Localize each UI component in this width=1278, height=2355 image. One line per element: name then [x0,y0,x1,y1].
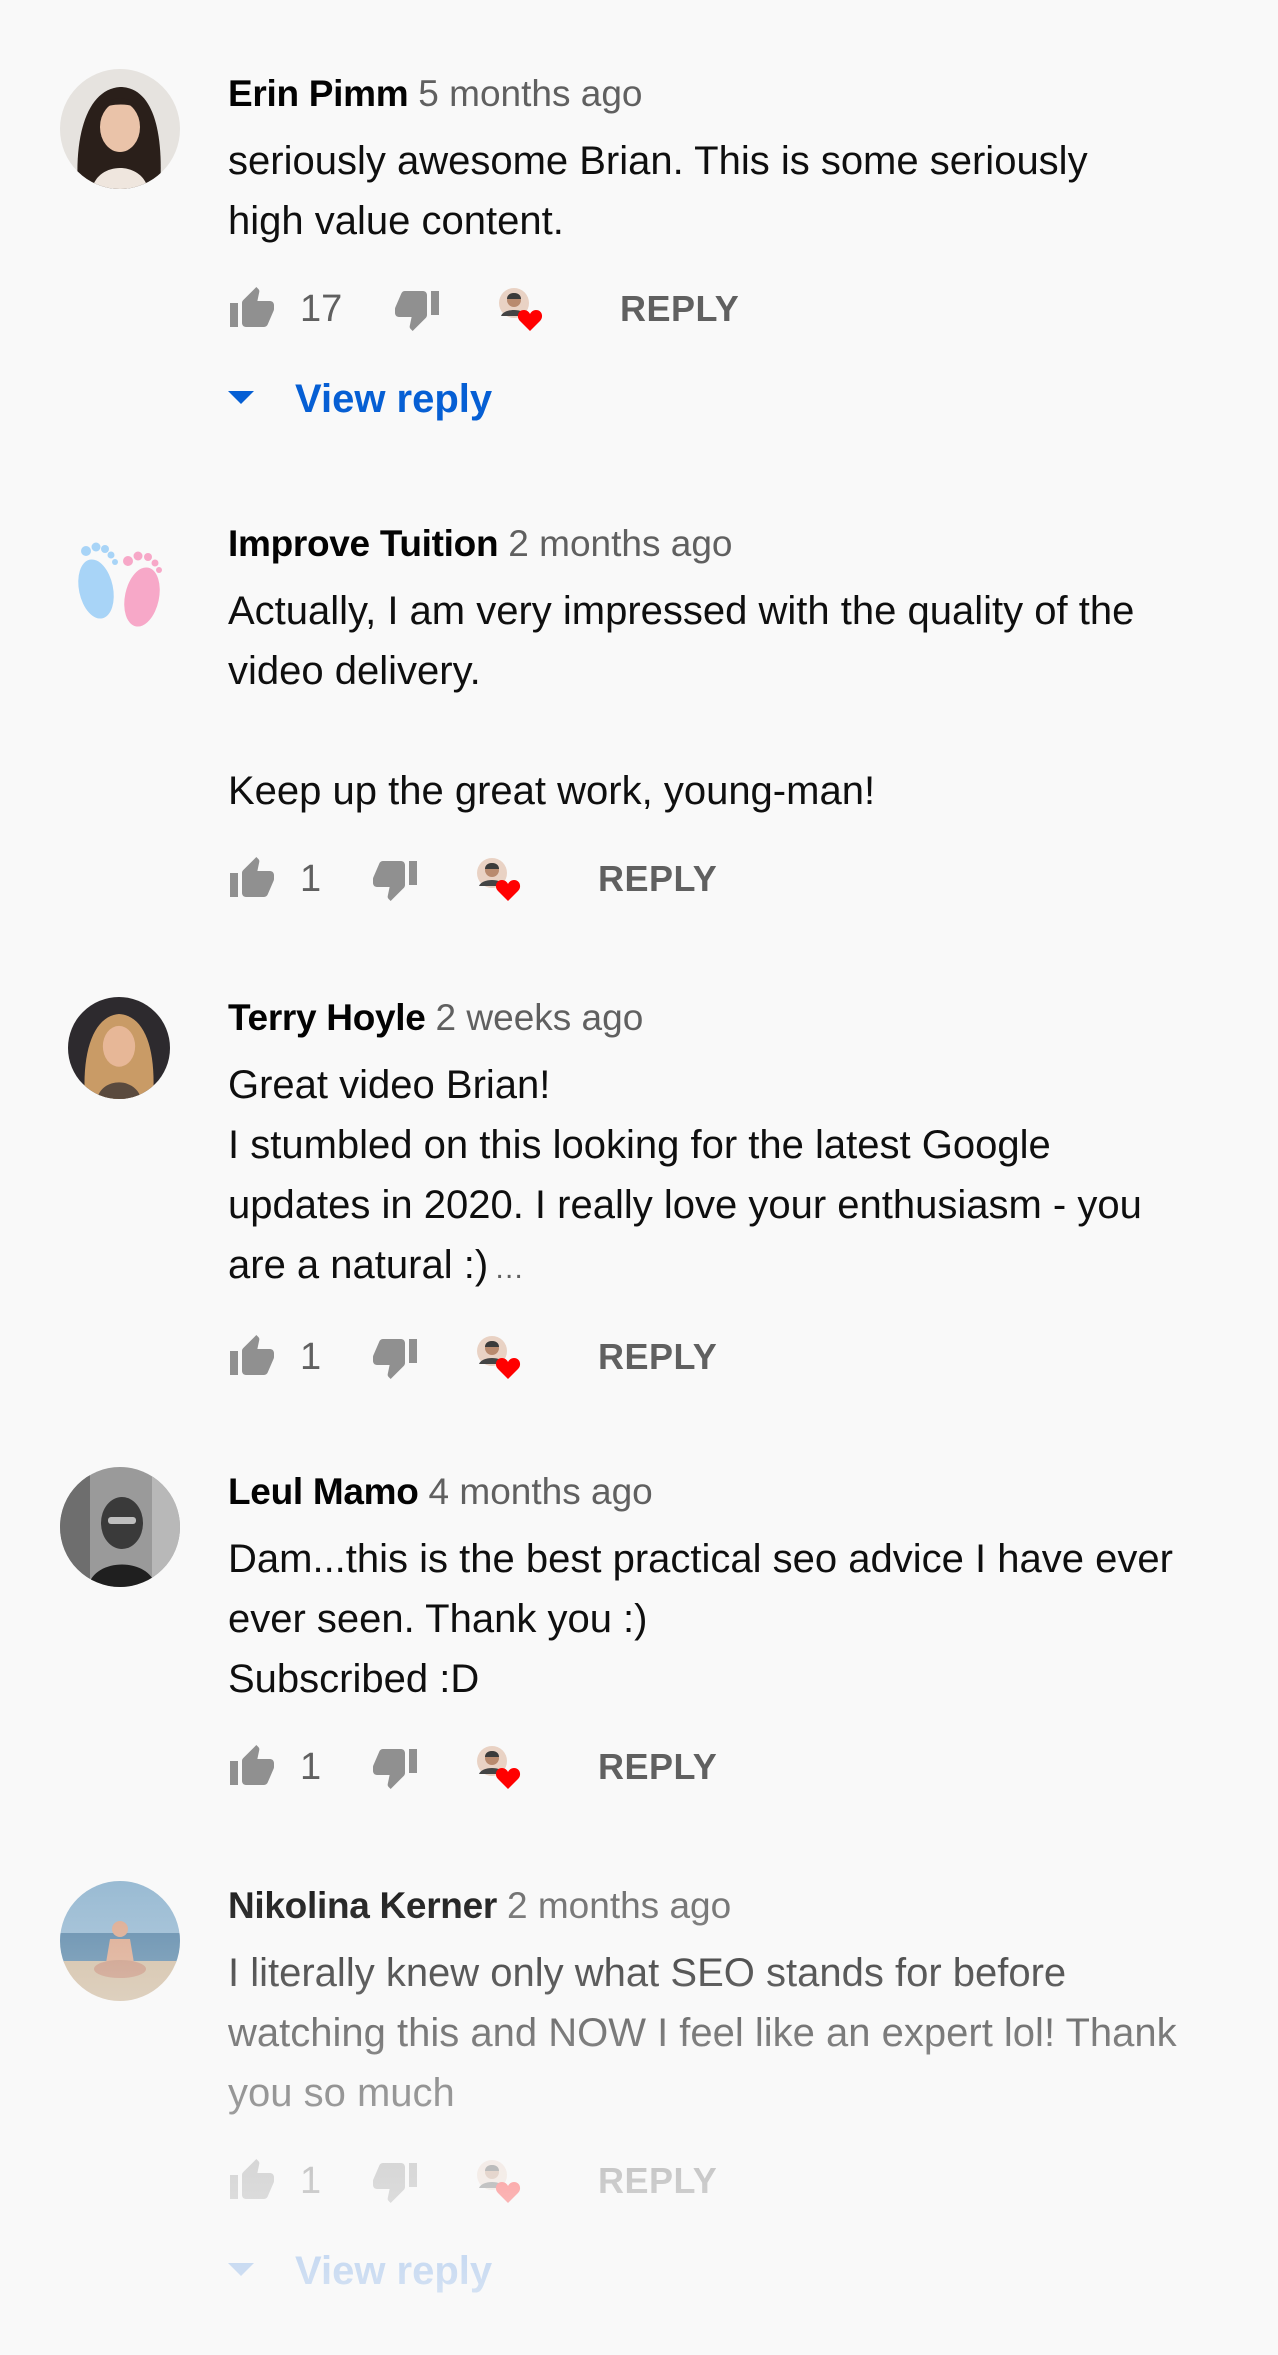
comment-author[interactable]: Terry Hoyle [228,997,426,1038]
comments-section: Erin Pimm 5 months ago seriously awesome … [0,0,1278,2355]
caret-down-icon [228,2263,254,2276]
comment-text: I literally knew only what SEO stands fo… [228,1943,1238,2123]
reply-button[interactable]: REPLY [598,2151,717,2211]
comment-text-content: I literally knew only what SEO stands fo… [228,1951,1177,2115]
like-count: 1 [300,1336,322,1378]
avatar[interactable] [60,519,180,639]
like-count: 1 [300,858,322,900]
creator-heart-icon [472,2155,524,2207]
comment-author[interactable]: Leul Mamo [228,1471,419,1512]
avatar[interactable] [60,1467,180,1587]
avatar-image [60,1881,180,2001]
reply-button[interactable]: REPLY [598,1737,717,1797]
comment-author[interactable]: Nikolina Kerner [228,1885,497,1926]
comment-text-content: Great video Brian! I stumbled on this lo… [228,1063,1142,1287]
creator-heart-icon [494,283,546,335]
comment-timestamp[interactable]: 2 months ago [508,523,732,564]
comment-action-bar: 1 REPLY [228,849,1238,909]
baby-feet-logo [60,519,180,639]
view-reply-button[interactable]: View reply [228,369,1238,429]
read-more-ellipsis[interactable]: … [494,1252,524,1285]
view-reply-label: View reply [295,377,493,421]
comment-text: Great video Brian! I stumbled on this lo… [228,1055,1238,1299]
like-count: 17 [300,288,343,330]
reply-button[interactable]: REPLY [598,1327,717,1387]
thumb-down-icon[interactable] [371,855,419,903]
thumb-down-icon[interactable] [393,285,441,333]
comment-author[interactable]: Erin Pimm [228,73,409,114]
like-count: 1 [300,2160,322,2202]
comment-timestamp[interactable]: 5 months ago [418,73,642,114]
thumb-down-icon[interactable] [371,1743,419,1791]
thumb-up-icon[interactable] [228,2157,276,2205]
thumb-up-icon[interactable] [228,1333,276,1381]
thumb-up-icon[interactable] [228,1743,276,1791]
comment-author[interactable]: Improve Tuition [228,523,499,564]
like-count: 1 [300,1746,322,1788]
reply-button[interactable]: REPLY [598,849,717,909]
comment-timestamp[interactable]: 2 weeks ago [436,997,644,1038]
avatar-image [60,69,180,189]
comment-action-bar: 1 REPLY [228,1327,1238,1387]
avatar[interactable] [60,69,180,189]
creator-heart-icon [472,1331,524,1383]
view-reply-label: View reply [295,2249,493,2293]
comment-text-content: Dam...this is the best practical seo adv… [228,1537,1173,1701]
thumb-down-icon[interactable] [371,1333,419,1381]
thumb-up-icon[interactable] [228,285,276,333]
avatar-image [60,1467,180,1587]
view-reply-button[interactable]: View reply [228,2241,1238,2301]
comment-action-bar: 1 REPLY [228,1737,1238,1797]
comment-text-content: Actually, I am very impressed with the q… [228,589,1135,813]
avatar[interactable] [60,1881,180,2001]
comment-timestamp[interactable]: 2 months ago [507,1885,731,1926]
comment-text-content: seriously awesome Brian. This is some se… [228,139,1088,243]
avatar[interactable] [68,997,170,1099]
caret-down-icon [228,391,254,404]
comment-text: seriously awesome Brian. This is some se… [228,131,1238,251]
comment-text: Dam...this is the best practical seo adv… [228,1529,1238,1709]
thumb-down-icon[interactable] [371,2157,419,2205]
avatar-image [68,997,170,1099]
reply-button[interactable]: REPLY [620,279,739,339]
creator-heart-icon [472,853,524,905]
comment-timestamp[interactable]: 4 months ago [429,1471,653,1512]
comment-action-bar: 1 REPLY [228,2151,1238,2211]
creator-heart-icon [472,1741,524,1793]
comment-text: Actually, I am very impressed with the q… [228,581,1238,821]
thumb-up-icon[interactable] [228,855,276,903]
comment-action-bar: 17 REPLY [228,279,1238,339]
